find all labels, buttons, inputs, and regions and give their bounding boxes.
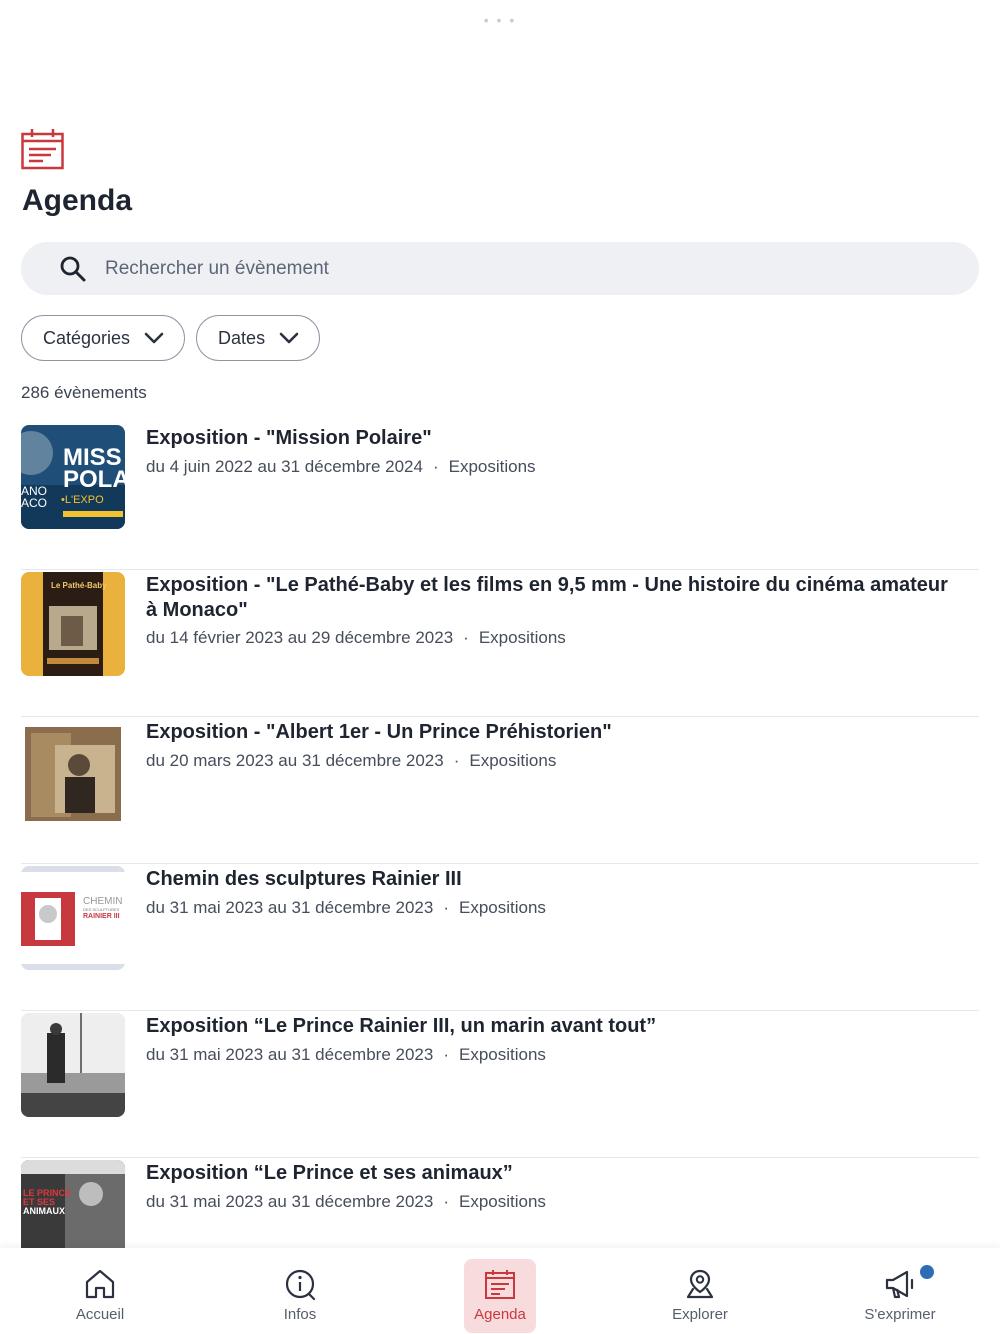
tab-label: S'exprimer xyxy=(864,1306,936,1323)
event-title: Chemin des sculptures Rainier III xyxy=(146,868,462,890)
event-thumbnail: MISS POLA •L'EXPO ANO ACO xyxy=(21,425,125,529)
event-category: Expositions xyxy=(459,1192,546,1211)
event-thumbnail: Le Pathé-Baby xyxy=(21,572,125,676)
tab-explorer[interactable]: Explorer xyxy=(664,1259,736,1333)
event-meta: du 4 juin 2022 au 31 décembre 2024 · Expos… xyxy=(146,457,536,476)
svg-text:RAINIER III: RAINIER III xyxy=(83,913,120,920)
tab-agenda[interactable]: Agenda xyxy=(464,1259,536,1333)
event-meta: du 31 mai 2023 au 31 décembre 2023 · Expos… xyxy=(146,1192,546,1211)
search-icon xyxy=(60,256,86,281)
chevron-down-icon xyxy=(144,332,164,344)
home-icon xyxy=(85,1269,115,1299)
event-thumbnail: CHEMIN DES SCULPTURES RAINIER III xyxy=(21,866,125,970)
event-dates: du 20 mars 2023 au 31 décembre 2023 xyxy=(146,751,444,770)
event-meta: du 31 mai 2023 au 31 décembre 2023 · Expos… xyxy=(146,1045,546,1064)
event-thumbnail xyxy=(21,719,125,823)
svg-text:ANIMAUX: ANIMAUX xyxy=(23,1206,65,1216)
tab-label: Infos xyxy=(283,1306,317,1323)
event-category: Expositions xyxy=(459,1045,546,1064)
page-title: Agenda xyxy=(22,184,133,217)
map-pin-icon xyxy=(686,1269,714,1299)
dates-filter-button[interactable]: Dates xyxy=(196,315,321,361)
megaphone-icon xyxy=(885,1270,914,1299)
tab-label: Explorer xyxy=(672,1306,728,1323)
event-item[interactable]: MISS POLA •L'EXPO ANO ACO Exposition - "… xyxy=(21,423,979,570)
event-dates: du 31 mai 2023 au 31 décembre 2023 xyxy=(146,898,434,917)
categories-filter-button[interactable]: Catégories xyxy=(21,315,186,361)
tab-infos[interactable]: Infos xyxy=(264,1259,336,1333)
svg-text:POLA: POLA xyxy=(63,466,125,493)
event-meta: du 20 mars 2023 au 31 décembre 2023 · Expo… xyxy=(146,751,557,770)
event-dates: du 31 mai 2023 au 31 décembre 2023 xyxy=(146,1192,434,1211)
event-category: Expositions xyxy=(448,457,536,476)
event-category: Expositions xyxy=(459,898,546,917)
event-category: Expositions xyxy=(469,751,557,770)
tab-label: Agenda xyxy=(474,1306,526,1323)
event-dates: du 31 mai 2023 au 31 décembre 2023 xyxy=(146,1045,434,1064)
event-title: Exposition “Le Prince Rainier III, un ma… xyxy=(146,1015,657,1037)
svg-text:Le Pathé-Baby: Le Pathé-Baby xyxy=(51,581,107,590)
dates-filter-label: Dates xyxy=(218,327,266,348)
event-title: Exposition - "Le Pathé-Baby et les films… xyxy=(146,574,948,621)
window-handle[interactable]: • • • xyxy=(0,12,1000,28)
event-item[interactable]: Exposition - "Albert 1er - Un Prince Pré… xyxy=(21,717,979,864)
calendar-icon xyxy=(485,1270,515,1299)
event-title: Exposition “Le Prince et ses animaux” xyxy=(146,1162,513,1184)
event-dates: du 14 février 2023 au 29 décembre 2023 xyxy=(146,628,454,647)
tab-sexprimer[interactable]: S'exprimer xyxy=(864,1259,936,1333)
categories-filter-label: Catégories xyxy=(43,327,131,348)
event-title: Exposition - "Albert 1er - Un Prince Pré… xyxy=(146,721,612,743)
svg-text:ACO: ACO xyxy=(21,496,47,510)
event-item[interactable]: CHEMIN DES SCULPTURES RAINIER III Chemin… xyxy=(21,864,979,1011)
filter-bar: Catégories Dates xyxy=(21,315,321,361)
svg-text:DES SCULPTURES: DES SCULPTURES xyxy=(83,907,120,912)
svg-text:•L'EXPO: •L'EXPO xyxy=(61,494,104,506)
event-list: MISS POLA •L'EXPO ANO ACO Exposition - "… xyxy=(21,423,979,1305)
calendar-icon xyxy=(21,129,64,170)
event-meta: du 31 mai 2023 au 31 décembre 2023 · Expos… xyxy=(146,898,546,917)
event-category: Expositions xyxy=(478,628,566,647)
results-count: 286 évènements xyxy=(21,383,147,402)
search-input[interactable]: Rechercher un évènement xyxy=(21,242,979,295)
bottom-tab-bar: Accueil Infos Agenda Explorer S'exprimer xyxy=(0,1248,1000,1334)
tab-accueil[interactable]: Accueil xyxy=(64,1259,136,1333)
chevron-down-icon xyxy=(279,332,299,344)
event-item[interactable]: Le Pathé-Baby Exposition - "Le Pathé-Bab… xyxy=(21,570,979,717)
search-placeholder: Rechercher un évènement xyxy=(105,257,329,279)
info-icon xyxy=(285,1269,316,1301)
notification-dot xyxy=(918,1263,936,1281)
event-item[interactable]: Exposition “Le Prince Rainier III, un ma… xyxy=(21,1011,979,1158)
event-dates: du 4 juin 2022 au 31 décembre 2024 xyxy=(146,457,423,476)
event-title: Exposition - "Mission Polaire" xyxy=(146,427,432,449)
event-meta: du 14 février 2023 au 29 décembre 2023 · E… xyxy=(146,628,566,647)
svg-text:CHEMIN: CHEMIN xyxy=(83,896,122,907)
event-thumbnail xyxy=(21,1013,125,1117)
tab-label: Accueil xyxy=(75,1306,125,1323)
